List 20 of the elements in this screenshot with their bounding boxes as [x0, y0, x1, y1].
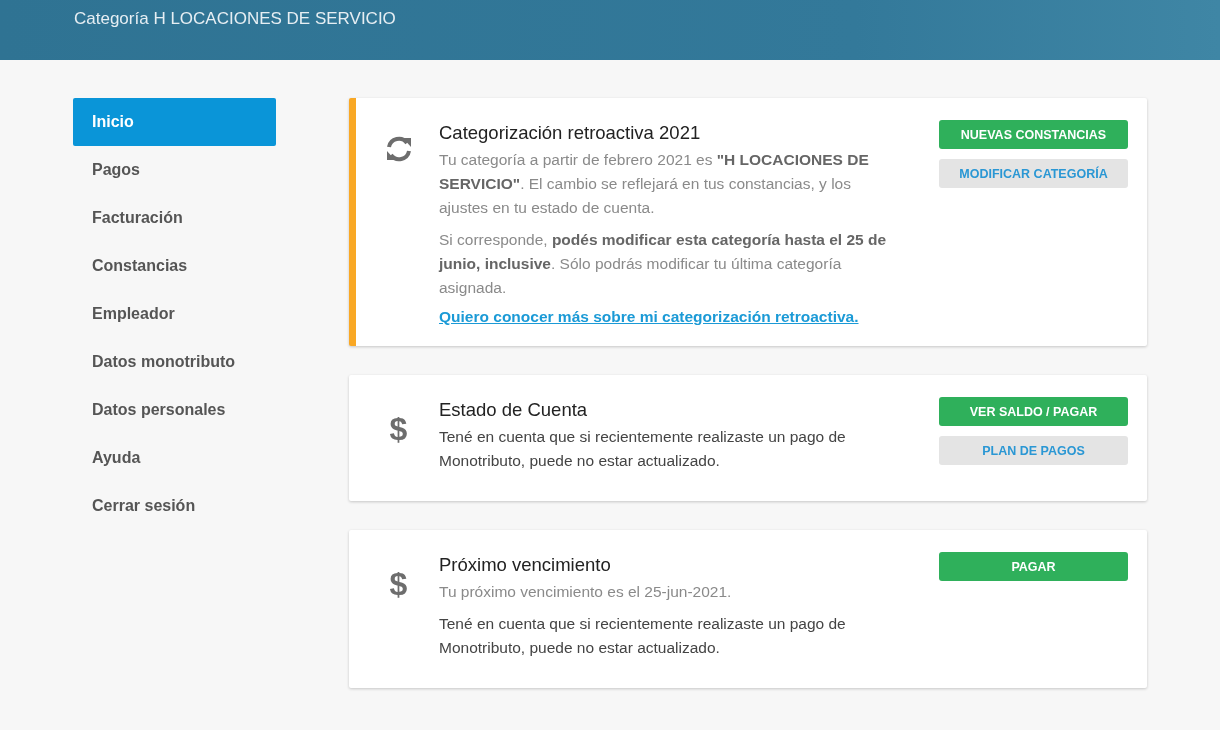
card-title: Categorización retroactiva 2021 [439, 122, 702, 144]
sidebar-item[interactable]: Empleador [73, 290, 276, 338]
card-text: Tené en cuenta que si recientemente realizaste un pago de Monotributo, puede no estar actualizado. [439, 427, 847, 471]
card-text: Tené en cuenta que si recientemente realizaste un pago de Monotributo, puede no estar actualizado. [439, 614, 847, 658]
card-title: Próximo vencimiento [439, 554, 612, 576]
sidebar-item[interactable]: Datos personales [73, 386, 276, 434]
sidebar-item[interactable]: Ayuda [73, 434, 276, 482]
sidebar-item[interactable]: Constancias [73, 242, 276, 290]
category-title: Categoría H LOCACIONES DE SERVICIO [74, 9, 396, 29]
sidebar-item[interactable]: Cerrar sesión [73, 482, 276, 530]
card-text: Si corresponde, podés modificar esta categoría hasta el 25 de junio, inclusive. Sólo podrás modificar tu última categoría asignada. [439, 230, 888, 298]
card-text: Tu próximo vencimiento es el 25-jun-2021. [439, 582, 733, 602]
sidebar-item[interactable]: Pagos [73, 146, 276, 194]
sidebar-item[interactable]: Facturación [73, 194, 276, 242]
dollar-icon: $ [389, 413, 408, 445]
dollar-icon: $ [389, 568, 408, 600]
card-text: Tu categoría a partir de febrero 2021 es "H LOCACIONES DE SERVICIO". El cambio se reflejará en tus constancias, y los ajustes en tu estado de cuenta. [439, 150, 870, 218]
sidebar-item[interactable]: Datos monotributo [73, 338, 276, 386]
card-title: Estado de Cuenta [439, 399, 589, 421]
refresh-icon [384, 136, 413, 162]
